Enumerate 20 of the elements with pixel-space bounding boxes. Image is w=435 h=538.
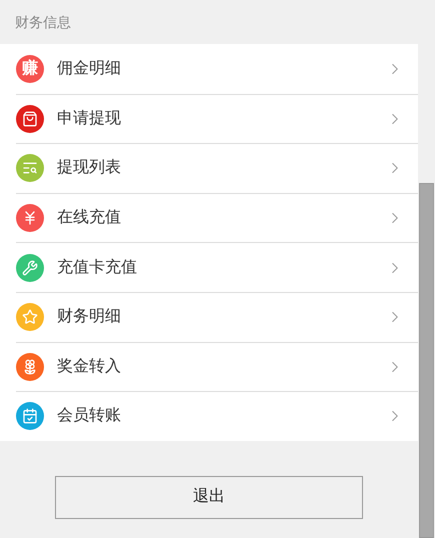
menu-item-label: 佣金明细 — [57, 58, 122, 79]
menu-item-label: 财务明细 — [57, 306, 122, 328]
menu-item-label: 奖金转入 — [57, 356, 122, 377]
menu-item[interactable]: 财务明细 — [16, 292, 418, 342]
menu-item-label: 在线充值 — [57, 208, 122, 228]
menu-item[interactable]: 在线充值 — [16, 192, 418, 242]
menu-item[interactable]: 申请提现 — [16, 94, 418, 144]
menu-item-label: 申请提现 — [57, 108, 122, 129]
menu-item-label: 充值卡充值 — [57, 258, 138, 278]
menu-item[interactable]: 奖金转入 — [16, 342, 418, 392]
menu-item[interactable]: 充值卡充值 — [16, 242, 418, 292]
scrollbar-thumb[interactable] — [419, 183, 434, 538]
menu-item-label: 提现列表 — [57, 158, 122, 178]
logout-button[interactable]: 退出 — [55, 476, 363, 519]
menu-item[interactable]: 会员转账 — [16, 391, 418, 441]
glyph-icon: 赚 — [16, 54, 44, 83]
menu-item[interactable]: 赚 佣金明细 — [16, 44, 418, 94]
section-title: 财务信息 — [14, 12, 72, 32]
menu-item-label: 会员转账 — [57, 406, 122, 426]
menu-item[interactable]: 提现列表 — [16, 143, 418, 193]
